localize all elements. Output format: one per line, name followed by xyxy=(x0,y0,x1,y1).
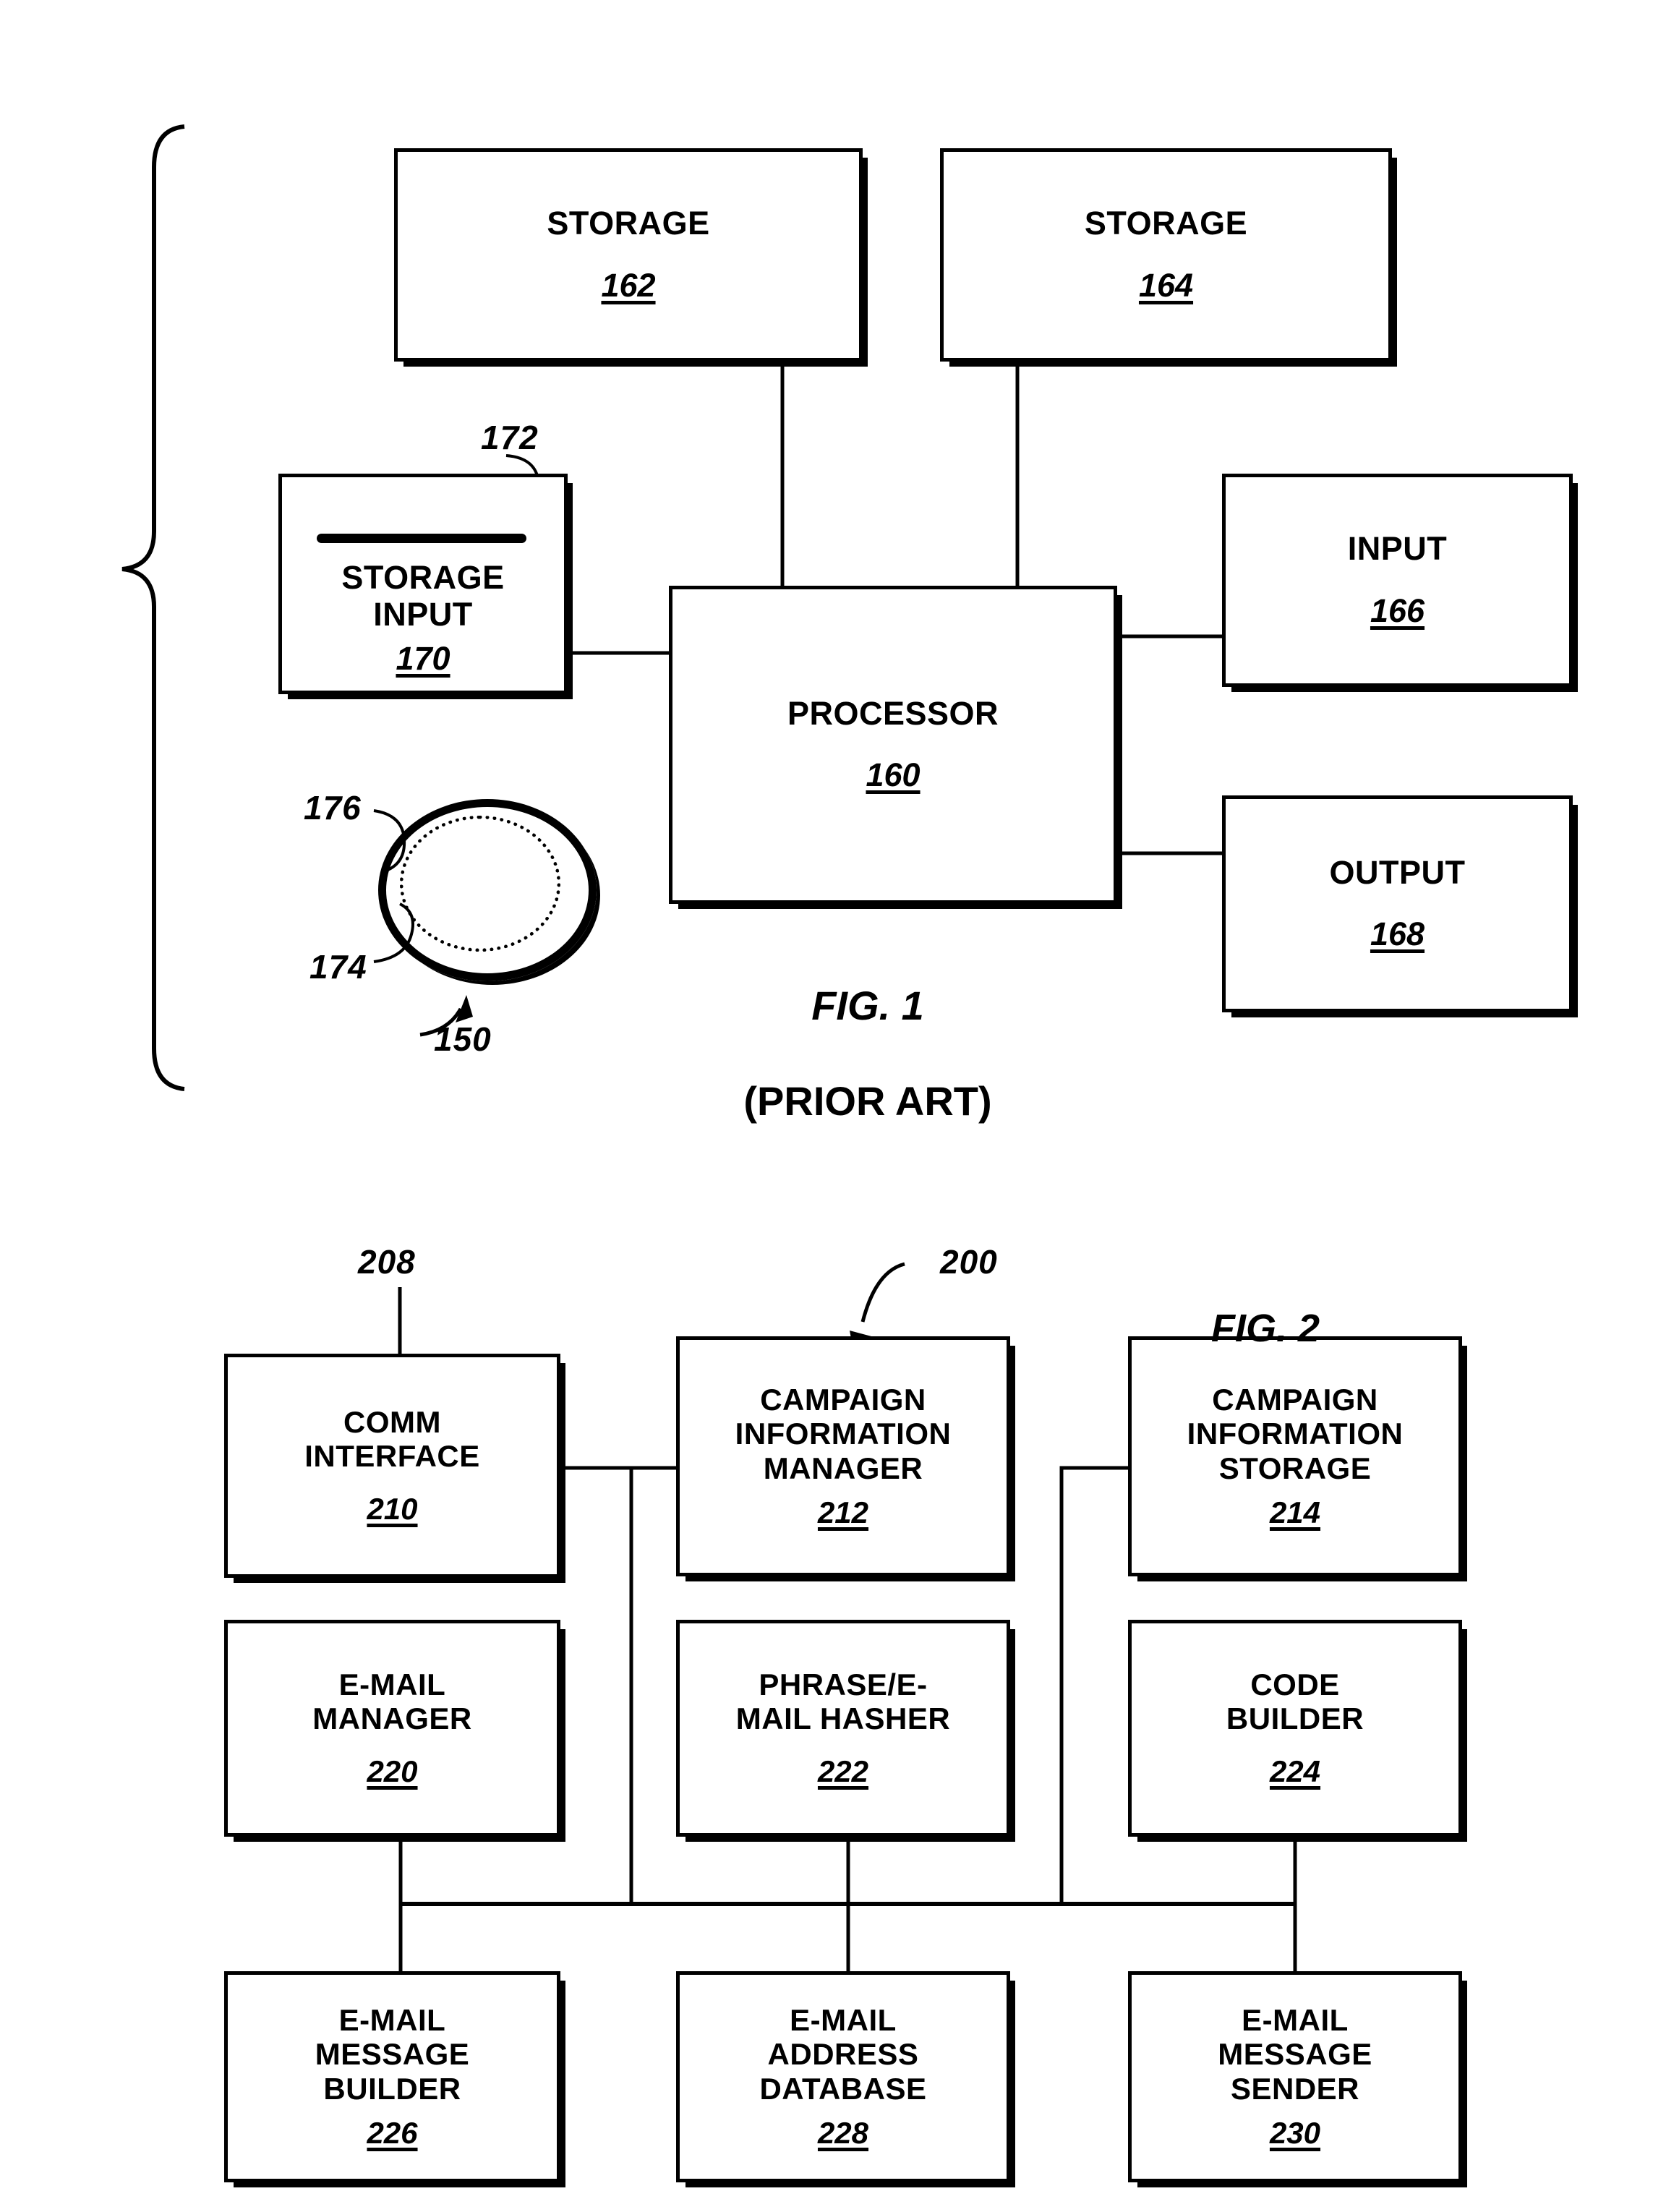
box-title: STORAGE INPUT xyxy=(341,559,505,633)
box-reference-numeral: 160 xyxy=(866,756,921,794)
box-title: CAMPAIGN INFORMATION MANAGER xyxy=(735,1383,952,1485)
box-title: CAMPAIGN INFORMATION STORAGE xyxy=(1187,1383,1404,1485)
ref-176: 176 xyxy=(304,789,362,827)
removable-disk-174[interactable] xyxy=(378,799,597,981)
box-title: INPUT xyxy=(1347,530,1448,568)
disk-inner-circle-icon xyxy=(400,816,560,952)
box-storage-164[interactable]: STORAGE 164 xyxy=(940,148,1392,362)
box-title: STORAGE xyxy=(1084,205,1248,242)
system-brace-150 xyxy=(121,124,185,1091)
box-reference-numeral: 228 xyxy=(817,2115,869,2150)
ref-150: 150 xyxy=(434,1020,492,1058)
box-reference-numeral: 230 xyxy=(1269,2115,1321,2150)
box-reference-numeral: 226 xyxy=(367,2115,418,2150)
ref-174: 174 xyxy=(309,948,367,986)
box-title: PROCESSOR xyxy=(787,694,999,732)
box-storage-162[interactable]: STORAGE 162 xyxy=(394,148,863,362)
figure-1-caption: FIG. 1 (PRIOR ART) xyxy=(651,934,1085,1173)
box-title: PHRASE/E- MAIL HASHER xyxy=(735,1667,951,1735)
box-output-168[interactable]: OUTPUT 168 xyxy=(1222,795,1573,1012)
bus-right-vertical xyxy=(1059,1466,1128,1904)
box-title: COMM INTERFACE xyxy=(304,1404,480,1473)
box-reference-numeral: 214 xyxy=(1269,1495,1321,1529)
leader-200 xyxy=(860,1262,905,1323)
box-reference-numeral: 224 xyxy=(1269,1754,1321,1789)
box-comm-interface-210[interactable]: COMM INTERFACE 210 xyxy=(224,1354,560,1578)
box-title: CODE BUILDER xyxy=(1226,1667,1364,1735)
box-title: OUTPUT xyxy=(1329,853,1466,891)
box-reference-numeral: 168 xyxy=(1370,915,1425,953)
box-title: E-MAIL MANAGER xyxy=(312,1667,472,1735)
box-reference-numeral: 166 xyxy=(1370,592,1425,629)
box-email-manager-220[interactable]: E-MAIL MANAGER 220 xyxy=(224,1620,560,1837)
box-reference-numeral: 220 xyxy=(367,1754,418,1789)
ref-208: 208 xyxy=(358,1243,416,1281)
figure-1-label: FIG. 1 xyxy=(811,983,924,1029)
box-input-166[interactable]: INPUT 166 xyxy=(1222,474,1573,687)
box-reference-numeral: 170 xyxy=(396,640,450,677)
box-reference-numeral: 162 xyxy=(601,266,656,304)
box-title: E-MAIL ADDRESS DATABASE xyxy=(759,2003,927,2106)
box-title: E-MAIL MESSAGE BUILDER xyxy=(315,2003,470,2106)
box-storage-input-170[interactable]: STORAGE INPUT 170 xyxy=(278,474,568,694)
box-reference-numeral: 164 xyxy=(1138,266,1194,304)
ref-172: 172 xyxy=(481,419,539,456)
box-campaign-information-manager-212[interactable]: CAMPAIGN INFORMATION MANAGER 212 xyxy=(676,1336,1010,1576)
box-email-address-database-228[interactable]: E-MAIL ADDRESS DATABASE 228 xyxy=(676,1971,1010,2182)
box-title: STORAGE xyxy=(547,205,710,242)
box-code-builder-224[interactable]: CODE BUILDER 224 xyxy=(1128,1620,1462,1837)
box-title: E-MAIL MESSAGE SENDER xyxy=(1218,2003,1372,2106)
box-phrase-email-hasher-222[interactable]: PHRASE/E- MAIL HASHER 222 xyxy=(676,1620,1010,1837)
box-email-message-sender-230[interactable]: E-MAIL MESSAGE SENDER 230 xyxy=(1128,1971,1462,2182)
arrowhead-150 xyxy=(456,995,473,1022)
figure-2-caption: FIG. 2 xyxy=(1128,1260,1403,1398)
ref-200: 200 xyxy=(940,1243,998,1281)
box-processor-160[interactable]: PROCESSOR 160 xyxy=(669,586,1117,904)
box-reference-numeral: 210 xyxy=(367,1492,418,1526)
box-reference-numeral: 212 xyxy=(817,1495,869,1529)
figure-2-label: FIG. 2 xyxy=(1210,1306,1320,1350)
box-email-message-builder-226[interactable]: E-MAIL MESSAGE BUILDER 226 xyxy=(224,1971,560,2182)
figure-1-prior-art-label: (PRIOR ART) xyxy=(743,1078,992,1124)
patent-drawing-sheet: STORAGE 162 STORAGE 164 STORAGE INPUT 17… xyxy=(0,0,1653,2212)
box-reference-numeral: 222 xyxy=(817,1754,869,1789)
storage-slot-172 xyxy=(317,534,526,543)
